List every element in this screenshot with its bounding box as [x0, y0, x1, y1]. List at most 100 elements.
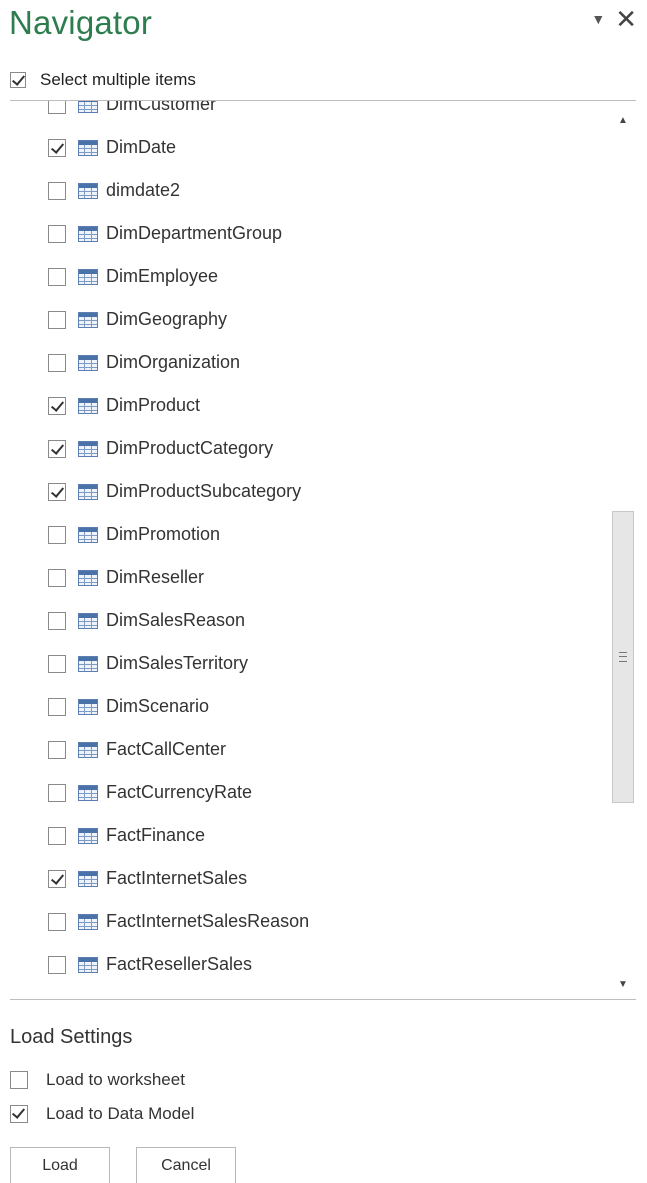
item-label: DimReseller: [106, 567, 205, 587]
item-checkbox[interactable]: [48, 955, 66, 974]
load-to-data-model-option[interactable]: Load to Data Model: [10, 1104, 194, 1124]
item-checkbox[interactable]: [48, 396, 66, 415]
list-item[interactable]: DimSalesReason: [10, 599, 606, 642]
header-controls: ▼ ✕: [591, 6, 637, 32]
select-multiple-label: Select multiple items: [40, 70, 196, 89]
table-icon: [78, 956, 98, 973]
list-item[interactable]: FactInternetSales: [10, 857, 606, 900]
list-item[interactable]: DimReseller: [10, 556, 606, 599]
table-icon: [78, 784, 98, 801]
item-label: DimCustomer: [106, 100, 217, 114]
list-item[interactable]: DimPromotion: [10, 513, 606, 556]
table-icon: [78, 225, 98, 242]
list-item[interactable]: DimOrganization: [10, 341, 606, 384]
item-checkbox[interactable]: [48, 826, 66, 845]
list-item[interactable]: DimScenario: [10, 685, 606, 728]
table-list-items: DimCustomer DimDate dimdate2 DimDepartmentG…: [10, 100, 606, 1001]
table-icon: [78, 397, 98, 414]
item-label: FactCallCenter: [106, 739, 227, 759]
table-icon: [78, 655, 98, 672]
chevron-down-icon[interactable]: ▼: [591, 11, 605, 27]
close-icon[interactable]: ✕: [615, 6, 637, 32]
select-multiple-checkbox[interactable]: [10, 72, 26, 88]
list-item[interactable]: FactResellerSales: [10, 943, 606, 986]
item-label: DimSalesTerritory: [106, 653, 249, 673]
item-label: FactCurrencyRate: [106, 782, 253, 802]
list-item[interactable]: FactFinance: [10, 814, 606, 857]
item-label: DimEmployee: [106, 266, 219, 286]
list-item[interactable]: DimDepartmentGroup: [10, 212, 606, 255]
load-settings-heading: Load Settings: [10, 1026, 133, 1048]
item-checkbox[interactable]: [48, 224, 66, 243]
item-label: FactInternetSales: [106, 868, 248, 888]
item-label: DimGeography: [106, 309, 228, 329]
page-title: Navigator: [9, 4, 153, 41]
item-label: DimOrganization: [106, 352, 241, 372]
item-checkbox[interactable]: [48, 138, 66, 157]
load-to-data-model-checkbox[interactable]: [10, 1105, 28, 1123]
item-checkbox[interactable]: [48, 998, 66, 999]
list-item[interactable]: FactSalesQuota: [10, 986, 606, 1001]
vertical-scrollbar[interactable]: ▲ ▼: [610, 101, 636, 999]
item-checkbox[interactable]: [48, 181, 66, 200]
load-to-worksheet-checkbox[interactable]: [10, 1071, 28, 1089]
item-checkbox[interactable]: [48, 482, 66, 501]
item-checkbox[interactable]: [48, 869, 66, 888]
item-label: DimProductSubcategory: [106, 481, 302, 501]
item-label: FactInternetSalesReason: [106, 911, 310, 931]
list-item[interactable]: DimEmployee: [10, 255, 606, 298]
item-checkbox[interactable]: [48, 568, 66, 587]
list-item[interactable]: dimdate2: [10, 169, 606, 212]
table-icon: [78, 612, 98, 629]
item-checkbox[interactable]: [48, 697, 66, 716]
table-icon: [78, 698, 98, 715]
scrollbar-thumb[interactable]: [612, 511, 634, 803]
item-checkbox[interactable]: [48, 353, 66, 372]
table-list: DimCustomer DimDate dimdate2 DimDepartmentG…: [10, 100, 636, 1000]
item-label: DimDepartmentGroup: [106, 223, 283, 243]
list-item[interactable]: DimProduct: [10, 384, 606, 427]
item-checkbox[interactable]: [48, 101, 66, 114]
load-to-data-model-label: Load to Data Model: [46, 1104, 195, 1123]
item-checkbox[interactable]: [48, 912, 66, 931]
list-item[interactable]: DimProductSubcategory: [10, 470, 606, 513]
list-item[interactable]: FactCallCenter: [10, 728, 606, 771]
item-label: DimSalesReason: [106, 610, 246, 630]
table-icon: [78, 741, 98, 758]
item-checkbox[interactable]: [48, 740, 66, 759]
table-icon: [78, 182, 98, 199]
scroll-down-arrow-icon[interactable]: ▼: [610, 971, 636, 997]
list-item[interactable]: DimSalesTerritory: [10, 642, 606, 685]
table-icon: [78, 483, 98, 500]
table-icon: [78, 1000, 98, 1001]
list-item[interactable]: DimGeography: [10, 298, 606, 341]
item-checkbox[interactable]: [48, 525, 66, 544]
table-icon: [78, 569, 98, 586]
item-label: DimProductCategory: [106, 438, 274, 458]
item-checkbox[interactable]: [48, 267, 66, 286]
table-icon: [78, 311, 98, 328]
item-checkbox[interactable]: [48, 439, 66, 458]
item-checkbox[interactable]: [48, 783, 66, 802]
item-label: FactFinance: [106, 825, 206, 845]
load-to-worksheet-label: Load to worksheet: [46, 1070, 185, 1089]
scroll-up-arrow-icon[interactable]: ▲: [610, 107, 636, 133]
load-to-worksheet-option[interactable]: Load to worksheet: [10, 1070, 185, 1090]
list-item[interactable]: FactInternetSalesReason: [10, 900, 606, 943]
item-label: FactSalesQuota: [106, 997, 235, 999]
list-item[interactable]: DimCustomer: [10, 100, 606, 126]
item-label: FactResellerSales: [106, 954, 253, 974]
item-checkbox[interactable]: [48, 611, 66, 630]
load-button[interactable]: Load: [10, 1147, 110, 1183]
grip-icon: [619, 652, 627, 662]
select-multiple-toggle[interactable]: Select multiple items: [10, 70, 196, 90]
table-icon: [78, 268, 98, 285]
item-checkbox[interactable]: [48, 310, 66, 329]
list-item[interactable]: DimDate: [10, 126, 606, 169]
cancel-button[interactable]: Cancel: [136, 1147, 236, 1183]
list-item[interactable]: FactCurrencyRate: [10, 771, 606, 814]
item-checkbox[interactable]: [48, 654, 66, 673]
item-label: dimdate2: [106, 180, 181, 200]
list-item[interactable]: DimProductCategory: [10, 427, 606, 470]
table-icon: [78, 440, 98, 457]
